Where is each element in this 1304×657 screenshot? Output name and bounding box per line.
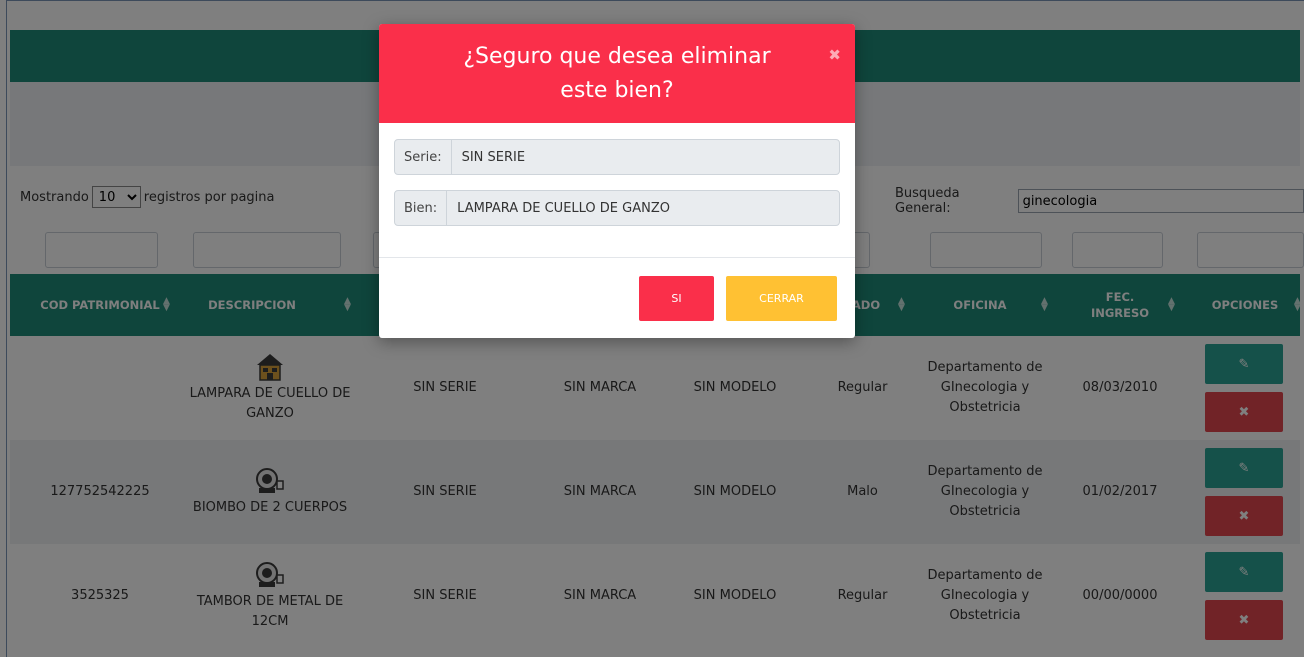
bien-field: Bien: LAMPARA DE CUELLO DE GANZO bbox=[394, 190, 840, 226]
bien-label: Bien: bbox=[395, 191, 448, 225]
serie-label: Serie: bbox=[395, 140, 452, 174]
delete-confirm-modal: ¿Seguro que desea eliminar este bien? ✖ … bbox=[379, 24, 855, 338]
modal-footer: SI CERRAR bbox=[379, 258, 855, 338]
confirm-button[interactable]: SI bbox=[639, 276, 714, 321]
serie-field: Serie: SIN SERIE bbox=[394, 139, 840, 175]
close-icon[interactable]: ✖ bbox=[828, 38, 841, 72]
bien-value: LAMPARA DE CUELLO DE GANZO bbox=[457, 200, 670, 216]
modal-body: Serie: SIN SERIE Bien: LAMPARA DE CUELLO… bbox=[379, 123, 855, 258]
close-button[interactable]: CERRAR bbox=[726, 276, 837, 321]
modal-title: ¿Seguro que desea eliminar este bien? bbox=[463, 43, 771, 103]
serie-value: SIN SERIE bbox=[461, 149, 526, 165]
modal-header: ¿Seguro que desea eliminar este bien? ✖ bbox=[379, 24, 855, 123]
